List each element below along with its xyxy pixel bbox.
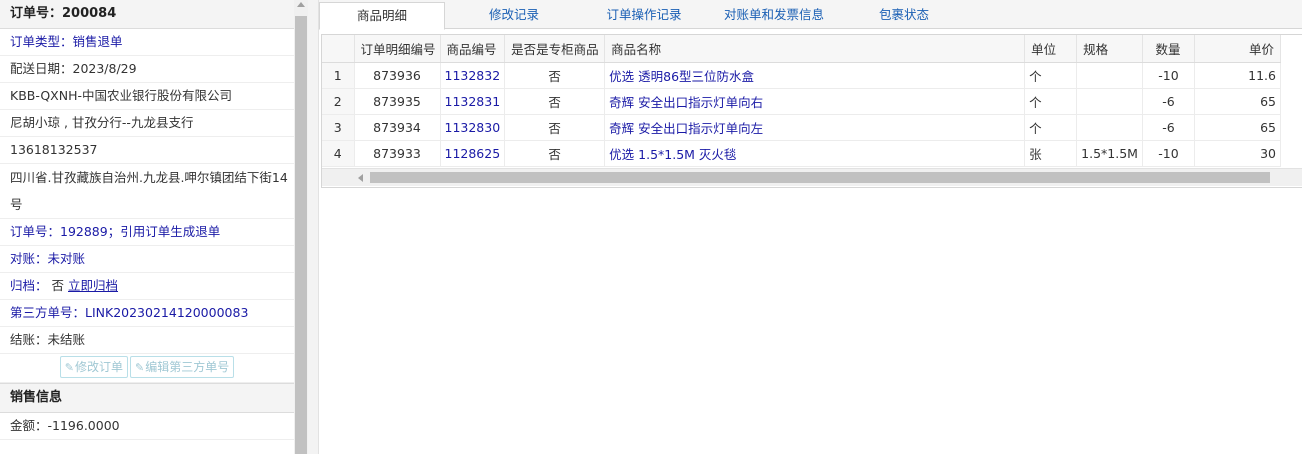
order-field: 配送日期：2023/8/29 — [0, 56, 294, 83]
order-number-header: 订单号：200084 — [0, 0, 294, 29]
cell-detail-id: 873934 — [354, 114, 441, 141]
cell-n: 2 — [322, 88, 355, 115]
cell-price: 30 — [1194, 140, 1281, 167]
cell-counter: 否 — [504, 114, 606, 141]
cell-n: 4 — [322, 140, 355, 167]
tab-change-log[interactable]: 修改记录 — [449, 2, 579, 28]
tab-package-status[interactable]: 包裹状态 — [839, 2, 969, 28]
tab-product-details[interactable]: 商品明细 — [319, 2, 445, 30]
cell-detail-id: 873936 — [354, 62, 441, 89]
edit-third-party-button[interactable]: ✎编辑第三方单号 — [130, 356, 235, 378]
cell-price: 11.6 — [1194, 62, 1281, 89]
column-header[interactable]: 是否是专柜商品 — [504, 35, 606, 63]
cell-unit: 个 — [1024, 114, 1078, 141]
scroll-left-icon[interactable] — [358, 174, 363, 182]
cell-detail-id: 873935 — [354, 88, 441, 115]
grid-horizontal-scrollbar[interactable] — [322, 168, 1302, 186]
edit-order-button[interactable]: ✎修改订单 — [59, 356, 128, 378]
cell-counter: 否 — [504, 88, 606, 115]
detail-panel: 商品明细 修改记录 订单操作记录 对账单和发票信息 包裹状态 订单明细编号 商品编… — [319, 0, 1302, 454]
table-header-row: 订单明细编号 商品编号 是否是专柜商品 商品名称 单位 规格 数量 单价 — [322, 35, 1281, 63]
archive-label: 归档： — [10, 278, 48, 293]
order-field: KBB-QXNH-中国农业银行股份有限公司 — [0, 83, 294, 110]
order-info-panel: 订单号：200084 订单类型：销售退单 配送日期：2023/8/29 KBB-QX… — [0, 0, 295, 454]
cell-spec — [1076, 114, 1143, 141]
cell-name[interactable]: 优选 1.5*1.5M 灭火毯 — [604, 140, 1026, 167]
sales-info-header: 销售信息 — [0, 383, 294, 413]
cell-unit: 个 — [1024, 62, 1078, 89]
archive-now-link[interactable]: 立即归档 — [68, 278, 118, 293]
archive-status: 归档： 否 立即归档 — [0, 273, 294, 300]
table-row[interactable]: 3 873934 1132830 否奇辉 安全出口指示灯单向左个 -6 65 — [322, 114, 1281, 141]
sales-amount: 金额：-1196.0000 — [0, 413, 294, 440]
cell-name[interactable]: 奇辉 安全出口指示灯单向左 — [604, 114, 1026, 141]
table-body: 1 873936 1132832 否优选 透明86型三位防水盒个 -10 11.6 2 873… — [322, 62, 1281, 167]
cell-n: 1 — [322, 62, 355, 89]
order-field: 13618132537 — [0, 137, 294, 164]
table-row[interactable]: 2 873935 1132831 否奇辉 安全出口指示灯单向右个 -6 65 — [322, 88, 1281, 115]
cell-spec: 1.5*1.5M — [1076, 140, 1143, 167]
settlement-status: 结账：未结账 — [0, 327, 294, 354]
table-row[interactable]: 1 873936 1132832 否优选 透明86型三位防水盒个 -10 11.6 — [322, 62, 1281, 89]
column-header[interactable]: 商品名称 — [604, 35, 1026, 63]
cell-name[interactable]: 优选 透明86型三位防水盒 — [604, 62, 1026, 89]
tab-order-operations[interactable]: 订单操作记录 — [579, 2, 709, 28]
edit-icon: ✎ — [64, 361, 74, 374]
cell-product-id[interactable]: 1132831 — [440, 88, 506, 115]
cell-product-id[interactable]: 1132830 — [440, 114, 506, 141]
cell-unit: 个 — [1024, 88, 1078, 115]
cell-unit: 张 — [1024, 140, 1078, 167]
table-row[interactable]: 4 873933 1128625 否优选 1.5*1.5M 灭火毯张 1.5*1.5M -… — [322, 140, 1281, 167]
order-fields: 订单类型：销售退单 配送日期：2023/8/29 KBB-QXNH-中国农业银行股份… — [0, 29, 294, 164]
cell-n: 3 — [322, 114, 355, 141]
column-header[interactable]: 单位 — [1024, 35, 1078, 63]
cell-product-id[interactable]: 1128625 — [440, 140, 506, 167]
cell-qty: -6 — [1142, 88, 1195, 115]
delivery-address: 四川省.甘孜藏族自治州.九龙县.呷尔镇团结下街14号 — [0, 164, 294, 219]
column-header[interactable]: 商品编号 — [440, 35, 506, 63]
cell-price: 65 — [1194, 114, 1281, 141]
cell-counter: 否 — [504, 140, 606, 167]
tab-statement-invoice[interactable]: 对账单和发票信息 — [709, 2, 839, 28]
cell-qty: -10 — [1142, 140, 1195, 167]
cell-name[interactable]: 奇辉 安全出口指示灯单向右 — [604, 88, 1026, 115]
cell-product-id[interactable]: 1132832 — [440, 62, 506, 89]
column-header[interactable]: 规格 — [1076, 35, 1143, 63]
order-field: 尼胡小琼 , 甘孜分行--九龙县支行 — [0, 110, 294, 137]
cell-spec — [1076, 88, 1143, 115]
scroll-up-icon[interactable] — [297, 2, 305, 7]
scrollbar-thumb[interactable] — [295, 16, 307, 454]
third-party-number: 第三方单号：LINK20230214120000083 — [0, 300, 294, 327]
order-actions: ✎修改订单 ✎编辑第三方单号 — [0, 354, 294, 383]
tab-bar: 商品明细 修改记录 订单操作记录 对账单和发票信息 包裹状态 — [319, 0, 1302, 30]
left-panel-scrollbar[interactable] — [294, 0, 308, 454]
reconcile-status: 对账：未对账 — [0, 246, 294, 273]
cell-qty: -6 — [1142, 114, 1195, 141]
panel-splitter[interactable] — [308, 0, 319, 454]
cell-qty: -10 — [1142, 62, 1195, 89]
column-header[interactable] — [322, 35, 355, 63]
order-field: 订单类型：销售退单 — [0, 29, 294, 56]
edit-icon: ✎ — [135, 361, 145, 374]
cell-spec — [1076, 62, 1143, 89]
archive-value: 否 — [51, 278, 65, 293]
column-header[interactable]: 订单明细编号 — [354, 35, 441, 63]
cell-price: 65 — [1194, 88, 1281, 115]
product-grid: 订单明细编号 商品编号 是否是专柜商品 商品名称 单位 规格 数量 单价 1 873936 113… — [321, 34, 1302, 188]
column-header[interactable]: 数量 — [1142, 35, 1195, 63]
reference-order: 订单号：192889；引用订单生成退单 — [0, 219, 294, 246]
product-table: 订单明细编号 商品编号 是否是专柜商品 商品名称 单位 规格 数量 单价 1 873936 113… — [322, 35, 1281, 167]
scrollbar-thumb[interactable] — [370, 172, 1270, 183]
cell-counter: 否 — [504, 62, 606, 89]
column-header[interactable]: 单价 — [1194, 35, 1281, 63]
cell-detail-id: 873933 — [354, 140, 441, 167]
